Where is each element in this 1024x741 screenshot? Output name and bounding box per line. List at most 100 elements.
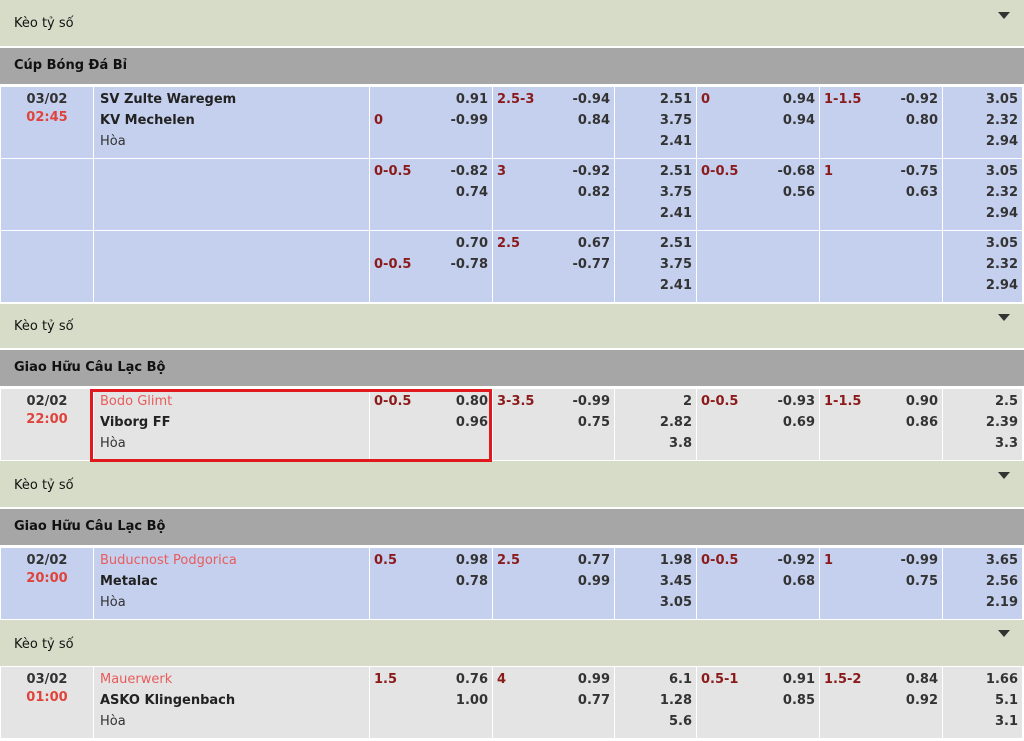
handicap-home-odds[interactable]: 0.76 [397,669,492,690]
first-half-1x2-odds[interactable]: 2.32 [943,254,1022,275]
handicap-home-odds[interactable]: 0.98 [397,550,492,571]
first-half-over-odds[interactable]: 0.84 [861,669,942,690]
first-half-1x2-odds[interactable]: 2.94 [943,275,1022,296]
first-half-under-odds[interactable]: 0.92 [820,690,942,711]
over-odds[interactable]: -0.94 [534,89,614,110]
under-odds[interactable]: 0.82 [493,182,614,203]
first-half-1x2-odds[interactable]: 3.05 [943,161,1022,182]
handicap-away-odds[interactable]: -0.99 [383,110,492,131]
first-half-handicap-home-odds[interactable]: -0.92 [738,550,819,571]
1x2-odds[interactable]: 2.51 [615,89,696,110]
first-half-1x2-odds[interactable]: 2.32 [943,110,1022,131]
first-half-1x2-odds[interactable]: 2.39 [943,412,1022,433]
handicap-away-odds[interactable]: 0.78 [374,571,492,592]
1x2-odds[interactable]: 2.41 [615,203,696,224]
1x2-odds[interactable]: 6.1 [615,669,696,690]
away-team[interactable]: Metalac [94,571,369,592]
first-half-handicap-away-odds[interactable]: 0.56 [701,182,819,203]
away-team[interactable]: KV Mechelen [94,110,369,131]
chevron-down-icon[interactable] [998,472,1010,479]
first-half-handicap-home-odds[interactable]: -0.68 [738,161,819,182]
over-odds[interactable]: 0.99 [506,669,614,690]
under-odds[interactable]: 0.99 [493,571,614,592]
first-half-over-odds[interactable]: -0.99 [833,550,942,571]
home-team[interactable]: Buducnost Podgorica [94,548,369,571]
1x2-odds[interactable]: 1.98 [615,550,696,571]
under-odds[interactable]: 0.77 [493,690,614,711]
first-half-handicap-away-odds[interactable]: 0.85 [701,690,819,711]
over-odds[interactable]: -0.92 [506,161,614,182]
first-half-1x2-odds[interactable]: 3.65 [943,550,1022,571]
first-half-1x2-odds[interactable]: 1.66 [943,669,1022,690]
first-half-1x2-odds[interactable]: 2.56 [943,571,1022,592]
score-odds-bar[interactable]: Kèo tỷ số [0,461,1024,507]
1x2-odds[interactable]: 3.75 [615,182,696,203]
first-half-handicap-away-odds[interactable]: 0.68 [701,571,819,592]
score-odds-bar[interactable]: Kèo tỷ số [0,620,1024,666]
first-half-handicap-away-odds[interactable] [701,254,819,275]
first-half-handicap-away-odds[interactable]: 0.94 [701,110,819,131]
over-odds[interactable]: -0.99 [534,391,614,412]
score-odds-bar[interactable]: Kèo tỷ số [0,0,1024,46]
under-odds[interactable]: -0.77 [493,254,614,275]
over-odds[interactable]: 0.77 [520,550,614,571]
home-team[interactable] [94,231,369,254]
first-half-handicap-home-odds[interactable]: 0.94 [710,89,819,110]
first-half-under-odds[interactable]: 0.80 [820,110,942,131]
1x2-odds[interactable]: 3.8 [615,433,696,454]
1x2-odds[interactable]: 1.28 [615,690,696,711]
away-team[interactable]: ASKO Klingenbach [94,690,369,711]
1x2-odds[interactable]: 2 [615,391,696,412]
first-half-under-odds[interactable]: 0.75 [820,571,942,592]
1x2-odds[interactable]: 3.05 [615,592,696,613]
first-half-handicap-away-odds[interactable]: 0.69 [701,412,819,433]
under-odds[interactable]: 0.75 [493,412,614,433]
away-team[interactable] [94,182,369,203]
first-half-handicap-home-odds[interactable] [701,233,819,254]
first-half-1x2-odds[interactable]: 3.3 [943,433,1022,454]
first-half-1x2-odds[interactable]: 2.32 [943,182,1022,203]
1x2-odds[interactable]: 3.75 [615,110,696,131]
handicap-home-odds[interactable]: -0.82 [411,161,492,182]
handicap-away-odds[interactable]: 0.74 [374,182,492,203]
1x2-odds[interactable]: 3.75 [615,254,696,275]
handicap-away-odds[interactable]: -0.78 [411,254,492,275]
1x2-odds[interactable]: 2.41 [615,275,696,296]
first-half-1x2-odds[interactable]: 2.94 [943,131,1022,152]
chevron-down-icon[interactable] [998,314,1010,321]
over-odds[interactable]: 0.67 [520,233,614,254]
home-team[interactable]: SV Zulte Waregem [94,87,369,110]
chevron-down-icon[interactable] [998,12,1010,19]
first-half-1x2-odds[interactable]: 3.05 [943,233,1022,254]
away-team[interactable] [94,254,369,275]
first-half-over-odds[interactable]: 0.90 [861,391,942,412]
first-half-over-odds[interactable]: -0.92 [861,89,942,110]
first-half-1x2-odds[interactable]: 3.05 [943,89,1022,110]
handicap-away-odds[interactable]: 1.00 [374,690,492,711]
1x2-odds[interactable]: 2.41 [615,131,696,152]
first-half-handicap-home-odds[interactable]: 0.91 [738,669,819,690]
1x2-odds[interactable]: 5.6 [615,711,696,732]
first-half-1x2-odds[interactable]: 5.1 [943,690,1022,711]
1x2-odds[interactable]: 2.82 [615,412,696,433]
home-team[interactable]: Mauerwerk [94,667,369,690]
chevron-down-icon[interactable] [998,630,1010,637]
score-odds-bar[interactable]: Kèo tỷ số [0,304,1024,348]
first-half-1x2-odds[interactable]: 2.5 [943,391,1022,412]
1x2-odds[interactable]: 3.45 [615,571,696,592]
handicap-home-odds[interactable]: 0.70 [374,233,492,254]
first-half-under-odds[interactable]: 0.86 [820,412,942,433]
first-half-under-odds[interactable] [820,254,942,275]
first-half-1x2-odds[interactable]: 3.1 [943,711,1022,732]
under-odds[interactable]: 0.84 [493,110,614,131]
first-half-1x2-odds[interactable]: 2.19 [943,592,1022,613]
first-half-over-odds[interactable]: -0.75 [833,161,942,182]
first-half-handicap-home-odds[interactable]: -0.93 [738,391,819,412]
first-half-1x2-odds[interactable]: 2.94 [943,203,1022,224]
1x2-odds[interactable]: 2.51 [615,161,696,182]
home-team[interactable] [94,159,369,182]
handicap-home-odds[interactable]: 0.91 [374,89,492,110]
1x2-odds[interactable]: 2.51 [615,233,696,254]
first-half-over-odds[interactable] [824,233,942,254]
first-half-under-odds[interactable]: 0.63 [820,182,942,203]
